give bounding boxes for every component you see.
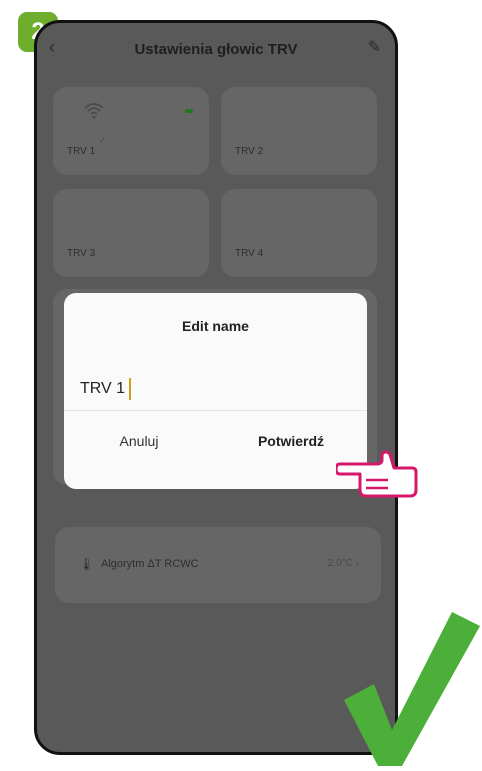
tile-label: TRV 4 [235,248,264,259]
trv-tile-1[interactable]: TRV 1 ✓ [53,87,209,175]
settings-row-label: Algorytm ΔT RCWC [101,558,199,570]
online-status-indicator [185,109,193,113]
settings-row-value: 2.0°C › [327,558,359,569]
pencil-icon[interactable]: ✎ [368,37,381,57]
tile-label: TRV 2 [235,146,264,157]
page-title: Ustawienia głowic TRV [134,41,298,58]
pointing-hand-icon [336,450,418,498]
name-input[interactable] [80,377,280,401]
dialog-title: Edit name [182,318,249,334]
cancel-button[interactable]: Anuluj [64,411,214,471]
trv-tile-3[interactable]: TRV 3 [53,189,209,277]
edit-name-dialog: Edit name Anuluj Potwierdź [64,293,367,489]
check-icon: ✓ [99,135,107,145]
thermometer-icon: 🌡 [79,557,95,571]
trv-tile-2[interactable]: TRV 2 [221,87,377,175]
settings-row-algorithm[interactable]: 🌡 Algorytm ΔT RCWC 2.0°C › [55,527,381,603]
tile-label: TRV 1 [67,146,96,157]
wifi-icon [84,103,104,119]
tile-label: TRV 3 [67,248,96,259]
checkmark-icon [344,612,480,766]
text-cursor [129,378,131,400]
trv-tile-4[interactable]: TRV 4 [221,189,377,277]
